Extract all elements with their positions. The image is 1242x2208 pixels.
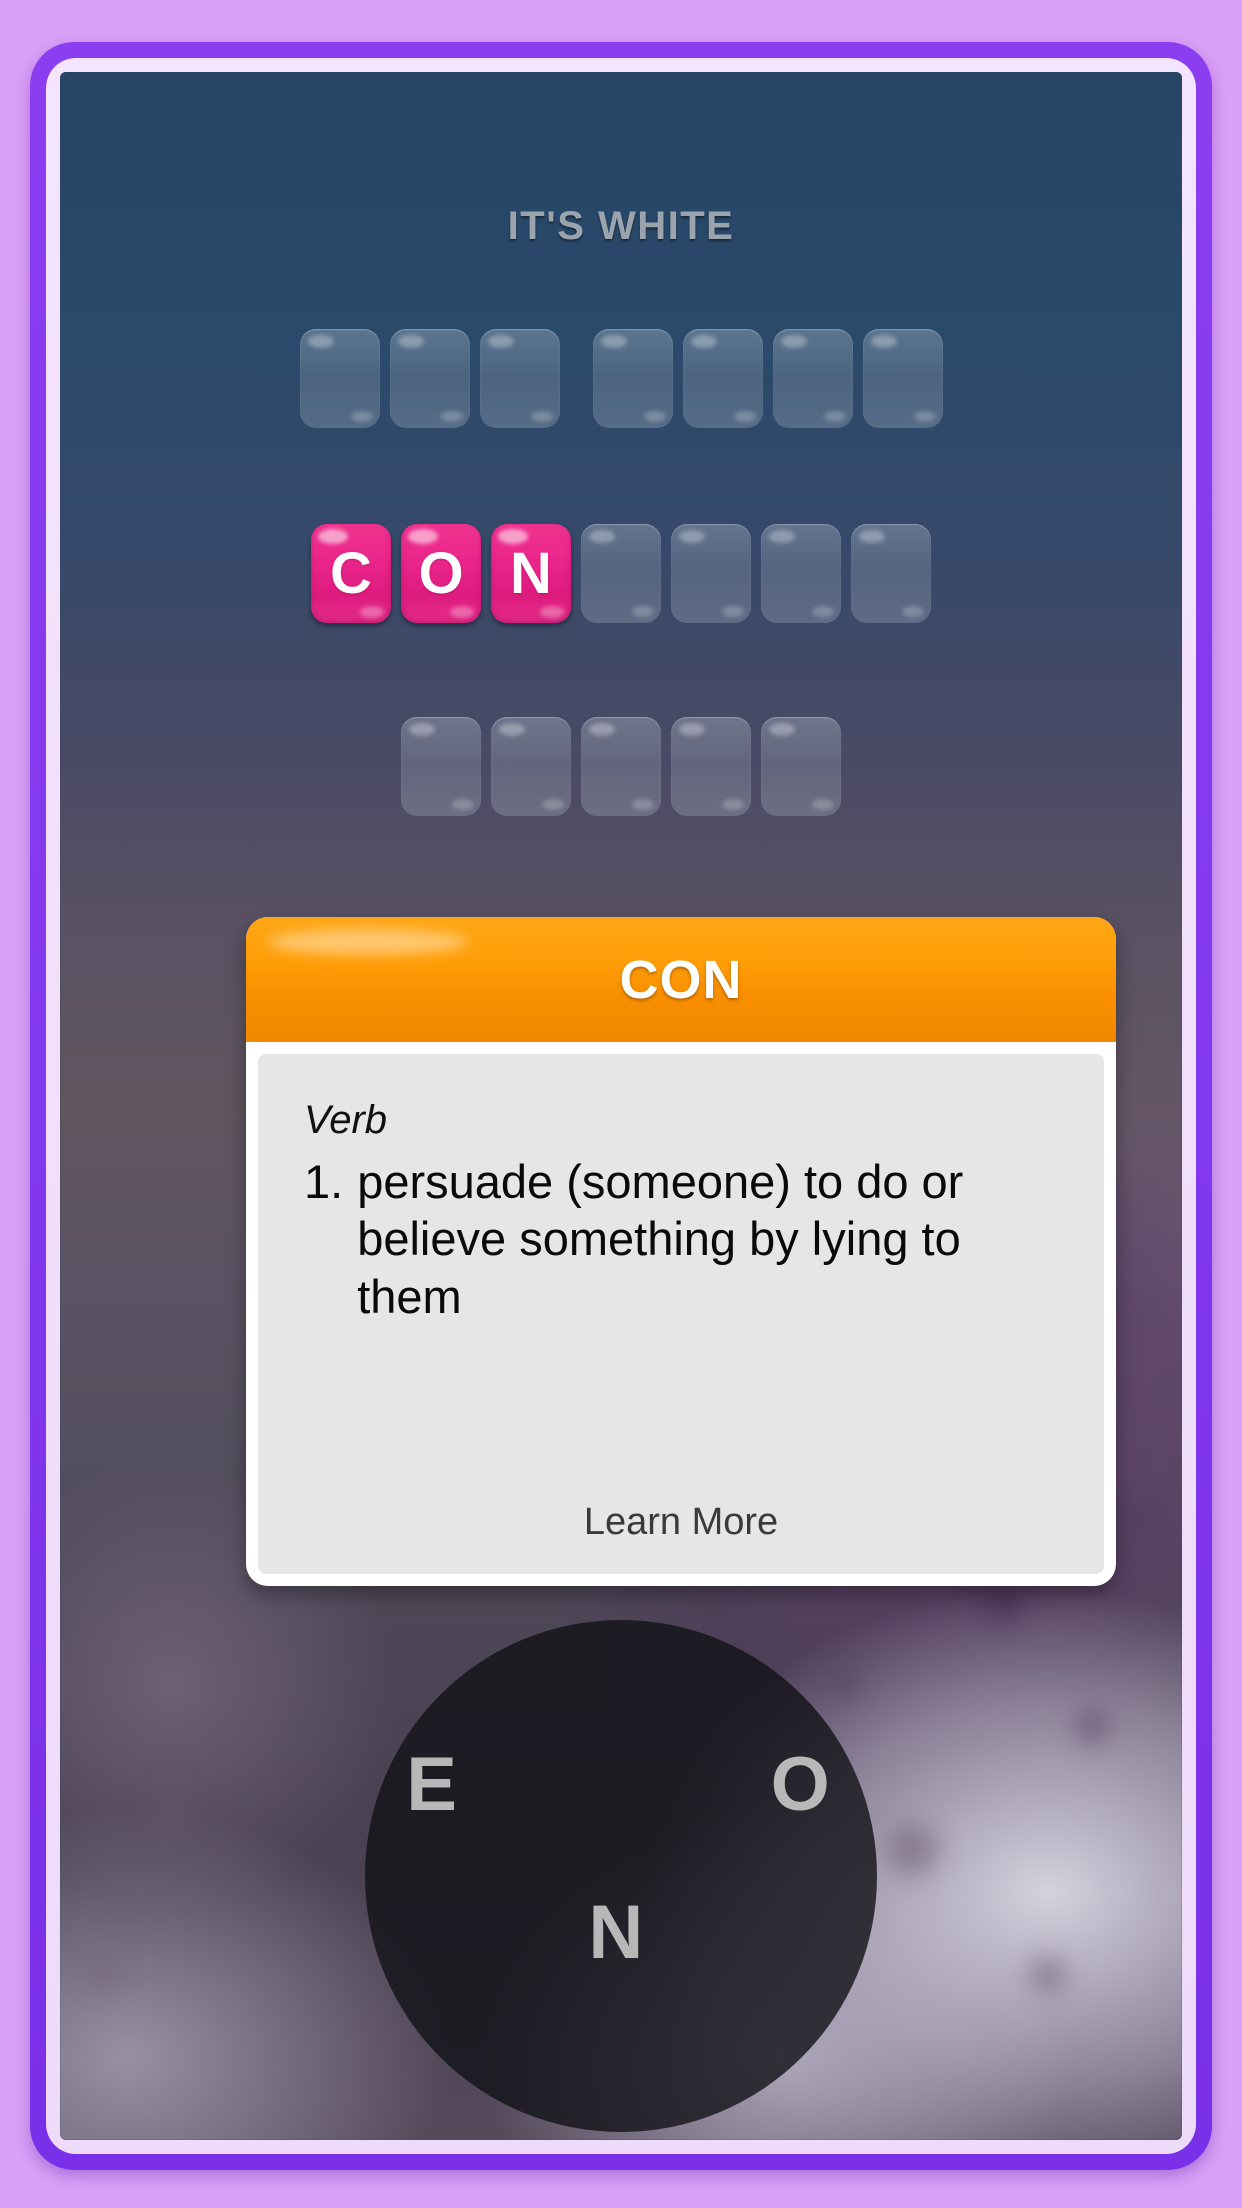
answer-tile-empty[interactable]	[299, 329, 380, 428]
answer-tile-filled[interactable]: C	[311, 524, 391, 623]
definition-popup-header: CON	[246, 917, 1116, 1042]
definition-word-title: CON	[619, 949, 743, 1010]
definition-entry-text: persuade (someone) to do or believe some…	[357, 1155, 964, 1323]
answer-tile-empty[interactable]	[389, 329, 470, 428]
part-of-speech-label: Verb	[304, 1098, 388, 1142]
answer-tile-empty[interactable]	[862, 329, 943, 428]
answer-tile-empty[interactable]	[671, 524, 751, 623]
answer-tile-empty[interactable]	[592, 329, 673, 428]
answer-row-2	[60, 717, 1182, 816]
definition-popup-body: Verb 1. persuade (someone) to do or belie…	[258, 1054, 1104, 1574]
answer-tile-empty[interactable]	[772, 329, 853, 428]
answer-tile-empty[interactable]	[491, 717, 571, 816]
definition-entry-number: 1.	[304, 1155, 344, 1208]
wheel-letter-0[interactable]: E	[382, 1741, 482, 1828]
definition-entry: 1. persuade (someone) to do or believe so…	[304, 1153, 1058, 1325]
answer-tile-empty[interactable]	[401, 717, 481, 816]
wheel-letter-2[interactable]: N	[566, 1889, 666, 1976]
game-screen: IT'S WHITE CON E O N CON Verb 1. persuad…	[60, 72, 1182, 2140]
answer-tile-empty[interactable]	[581, 717, 661, 816]
wheel-letter-1[interactable]: O	[750, 1741, 850, 1828]
answer-row-0	[60, 329, 1182, 428]
definition-entry-list: 1. persuade (someone) to do or believe so…	[304, 1153, 1058, 1325]
answer-tile-letter: C	[330, 541, 372, 606]
page-root: IT'S WHITE CON E O N CON Verb 1. persuad…	[0, 0, 1242, 2208]
answer-tile-empty[interactable]	[479, 329, 560, 428]
answer-tile-empty[interactable]	[581, 524, 661, 623]
letter-wheel[interactable]: E O N	[365, 1620, 877, 2132]
answer-tile-filled[interactable]: N	[491, 524, 571, 623]
answer-tile-empty[interactable]	[761, 717, 841, 816]
learn-more-link[interactable]: Learn More	[304, 1445, 1058, 1544]
answer-tile-empty[interactable]	[671, 717, 751, 816]
answer-tile-empty[interactable]	[851, 524, 931, 623]
answer-tile-empty[interactable]	[761, 524, 841, 623]
answer-tile-letter: O	[418, 541, 464, 606]
answer-row-1: CON	[60, 524, 1182, 623]
answer-tile-filled[interactable]: O	[401, 524, 481, 623]
answer-tile-empty[interactable]	[682, 329, 763, 428]
device-frame: IT'S WHITE CON E O N CON Verb 1. persuad…	[30, 42, 1212, 2170]
device-inner-bezel: IT'S WHITE CON E O N CON Verb 1. persuad…	[46, 58, 1196, 2154]
clue-text: IT'S WHITE	[507, 204, 735, 248]
answer-tile-letter: N	[510, 541, 552, 606]
definition-popup: CON Verb 1. persuade (someone) to do or b…	[246, 917, 1116, 1586]
